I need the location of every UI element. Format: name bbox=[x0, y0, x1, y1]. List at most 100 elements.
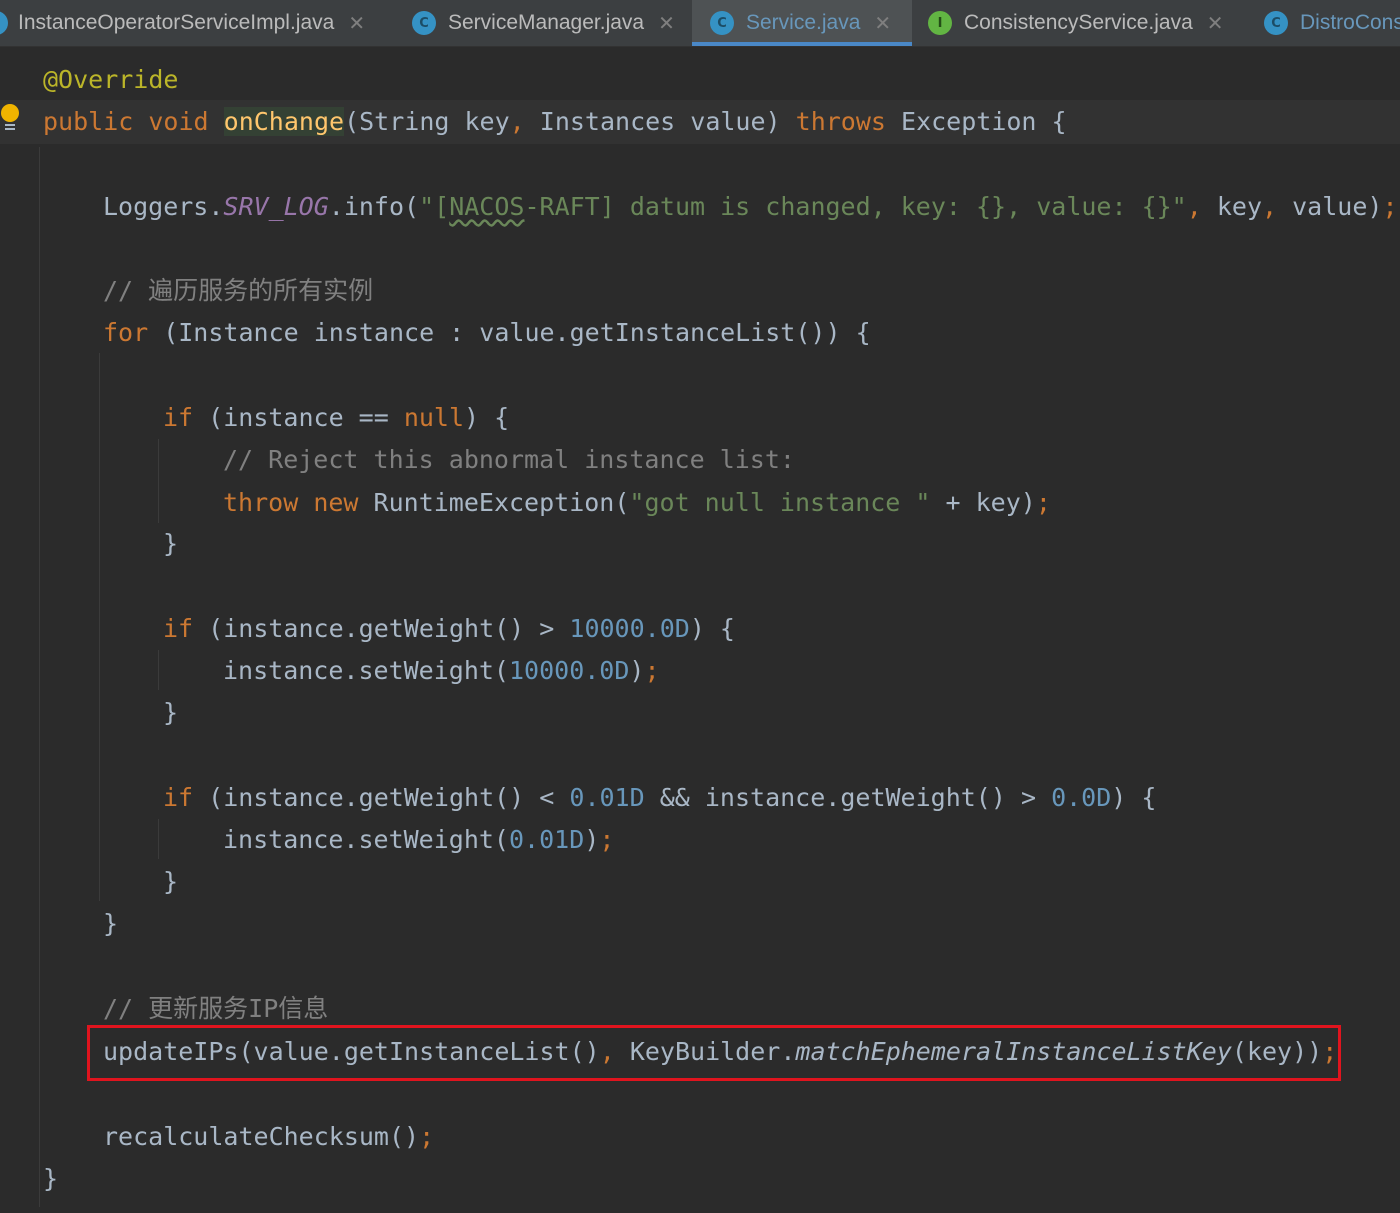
comment-token: // 遍历服务的所有实例 bbox=[103, 276, 374, 305]
string-token: -RAFT] datum is changed, key: {}, value:… bbox=[524, 192, 1187, 221]
comment-token: // Reject this abnormal instance list: bbox=[223, 445, 795, 474]
code-token: KeyBuilder. bbox=[614, 1037, 796, 1066]
code-token: , bbox=[509, 107, 525, 136]
keyword-token: if bbox=[163, 614, 194, 643]
code-token: value) bbox=[1277, 192, 1383, 221]
code-token: instance.setWeight( bbox=[223, 656, 509, 685]
code-token: (key)) bbox=[1231, 1037, 1323, 1066]
annotation-token: @Override bbox=[43, 65, 179, 94]
code-line-8: throw new RuntimeException("got null ins… bbox=[223, 483, 1051, 523]
close-tab-icon[interactable]: ✕ bbox=[348, 11, 365, 35]
code-line-11: instance.setWeight(10000.0D); bbox=[223, 651, 660, 691]
tab-distro-consistency[interactable]: C DistroCons bbox=[1264, 0, 1400, 46]
keyword-token: if bbox=[163, 783, 194, 812]
number-token: 0.01D bbox=[569, 783, 645, 812]
code-token: ) { bbox=[464, 403, 510, 432]
code-token: ; bbox=[419, 1122, 435, 1151]
code-line-9: } bbox=[163, 524, 178, 564]
close-tab-icon[interactable]: ✕ bbox=[658, 11, 675, 35]
code-line-6: if (instance == null) { bbox=[163, 398, 509, 438]
code-token: (instance.getWeight() < bbox=[193, 783, 570, 812]
code-line-20: } bbox=[43, 1159, 58, 1199]
code-line-7: // Reject this abnormal instance list: bbox=[223, 440, 795, 480]
keyword-token: for bbox=[103, 318, 149, 347]
brace-token: } bbox=[163, 867, 179, 896]
keyword-token: public bbox=[43, 107, 134, 136]
close-tab-icon[interactable]: ✕ bbox=[1207, 11, 1224, 35]
code-token: Instances value) bbox=[524, 107, 796, 136]
code-token: recalculateChecksum() bbox=[103, 1122, 420, 1151]
tab-instance-operator-service-impl[interactable]: InstanceOperatorServiceImpl.java ✕ bbox=[0, 0, 365, 46]
code-token: ) bbox=[584, 825, 600, 854]
code-token: , bbox=[599, 1037, 615, 1066]
code-token: RuntimeException( bbox=[358, 488, 630, 517]
code-line-15: } bbox=[163, 862, 178, 902]
code-token: + key) bbox=[930, 488, 1036, 517]
code-block: @Override public void onChange(String ke… bbox=[0, 47, 1398, 1213]
code-token: ; bbox=[644, 656, 660, 685]
code-token: ) { bbox=[689, 614, 735, 643]
code-line-13: if (instance.getWeight() < 0.01D && inst… bbox=[163, 778, 1156, 818]
number-token: 10000.0D bbox=[569, 614, 690, 643]
code-line-19: recalculateChecksum(); bbox=[103, 1117, 434, 1157]
code-token: ) bbox=[629, 656, 645, 685]
code-line-3: Loggers.SRV_LOG.info("[NACOS-RAFT] datum… bbox=[103, 187, 1398, 227]
code-line-10: if (instance.getWeight() > 10000.0D) { bbox=[163, 609, 735, 649]
code-token: .info( bbox=[328, 192, 420, 221]
code-editor[interactable]: @Override public void onChange(String ke… bbox=[0, 47, 1400, 1213]
code-line-1: @Override bbox=[43, 60, 178, 100]
code-line-16: } bbox=[103, 904, 118, 944]
string-token: "got null instance " bbox=[629, 488, 931, 517]
brace-token: } bbox=[103, 909, 119, 938]
code-token: ; bbox=[1322, 1037, 1338, 1066]
code-token: (String key bbox=[344, 107, 510, 136]
code-line-5: for (Instance instance : value.getInstan… bbox=[103, 313, 871, 353]
code-token: , bbox=[1262, 192, 1278, 221]
comment-token: // 更新服务IP信息 bbox=[103, 994, 329, 1023]
string-token: "[ bbox=[419, 192, 450, 221]
indent-guide bbox=[158, 650, 159, 690]
java-class-icon bbox=[0, 11, 8, 35]
code-line-12: } bbox=[163, 693, 178, 733]
indent-guide bbox=[99, 353, 100, 901]
brace-token: } bbox=[43, 1164, 59, 1193]
tab-label: ServiceManager.java bbox=[448, 11, 645, 34]
brace-token: } bbox=[163, 698, 179, 727]
code-token: Exception { bbox=[885, 107, 1067, 136]
java-interface-icon: I bbox=[928, 11, 952, 35]
code-token: ; bbox=[1382, 192, 1398, 221]
tab-service-manager[interactable]: C ServiceManager.java ✕ bbox=[412, 0, 675, 46]
java-class-icon: C bbox=[710, 11, 734, 35]
static-method-token: matchEphemeralInstanceListKey bbox=[795, 1037, 1232, 1066]
brace-token: } bbox=[163, 529, 179, 558]
code-token: ; bbox=[1035, 488, 1051, 517]
editor-tab-bar: InstanceOperatorServiceImpl.java ✕ C Ser… bbox=[0, 0, 1400, 47]
close-tab-icon[interactable]: ✕ bbox=[874, 11, 891, 35]
number-token: 10000.0D bbox=[508, 656, 630, 685]
indent-guide bbox=[158, 439, 159, 523]
tab-service-active[interactable]: C Service.java ✕ bbox=[692, 0, 912, 46]
number-token: 0.01D bbox=[508, 825, 585, 854]
tab-consistency-service[interactable]: I ConsistencyService.java ✕ bbox=[928, 0, 1224, 46]
code-token: key bbox=[1201, 192, 1263, 221]
code-token: ; bbox=[599, 825, 615, 854]
code-line-18: updateIPs(value.getInstanceList(), KeyBu… bbox=[103, 1032, 1337, 1072]
code-line-17: // 更新服务IP信息 bbox=[103, 989, 328, 1029]
keyword-token: throws bbox=[795, 107, 886, 136]
code-line-14: instance.setWeight(0.01D); bbox=[223, 820, 614, 860]
tab-label: ConsistencyService.java bbox=[964, 11, 1193, 34]
indent-guide bbox=[158, 819, 159, 859]
code-token: , bbox=[1186, 192, 1202, 221]
method-name-token: onChange bbox=[223, 107, 345, 136]
code-token: (instance == bbox=[193, 403, 404, 432]
java-class-icon: C bbox=[1264, 11, 1288, 35]
code-line-4: // 遍历服务的所有实例 bbox=[103, 271, 373, 311]
code-token: instance.setWeight( bbox=[223, 825, 509, 854]
code-token: && instance.getWeight() > bbox=[644, 783, 1052, 812]
tab-label: Service.java bbox=[746, 11, 861, 34]
code-token: (instance.getWeight() > bbox=[193, 614, 570, 643]
keyword-token: null bbox=[403, 403, 465, 432]
code-token: ) { bbox=[1111, 783, 1157, 812]
tab-label: DistroCons bbox=[1300, 11, 1400, 34]
number-token: 0.0D bbox=[1051, 783, 1112, 812]
